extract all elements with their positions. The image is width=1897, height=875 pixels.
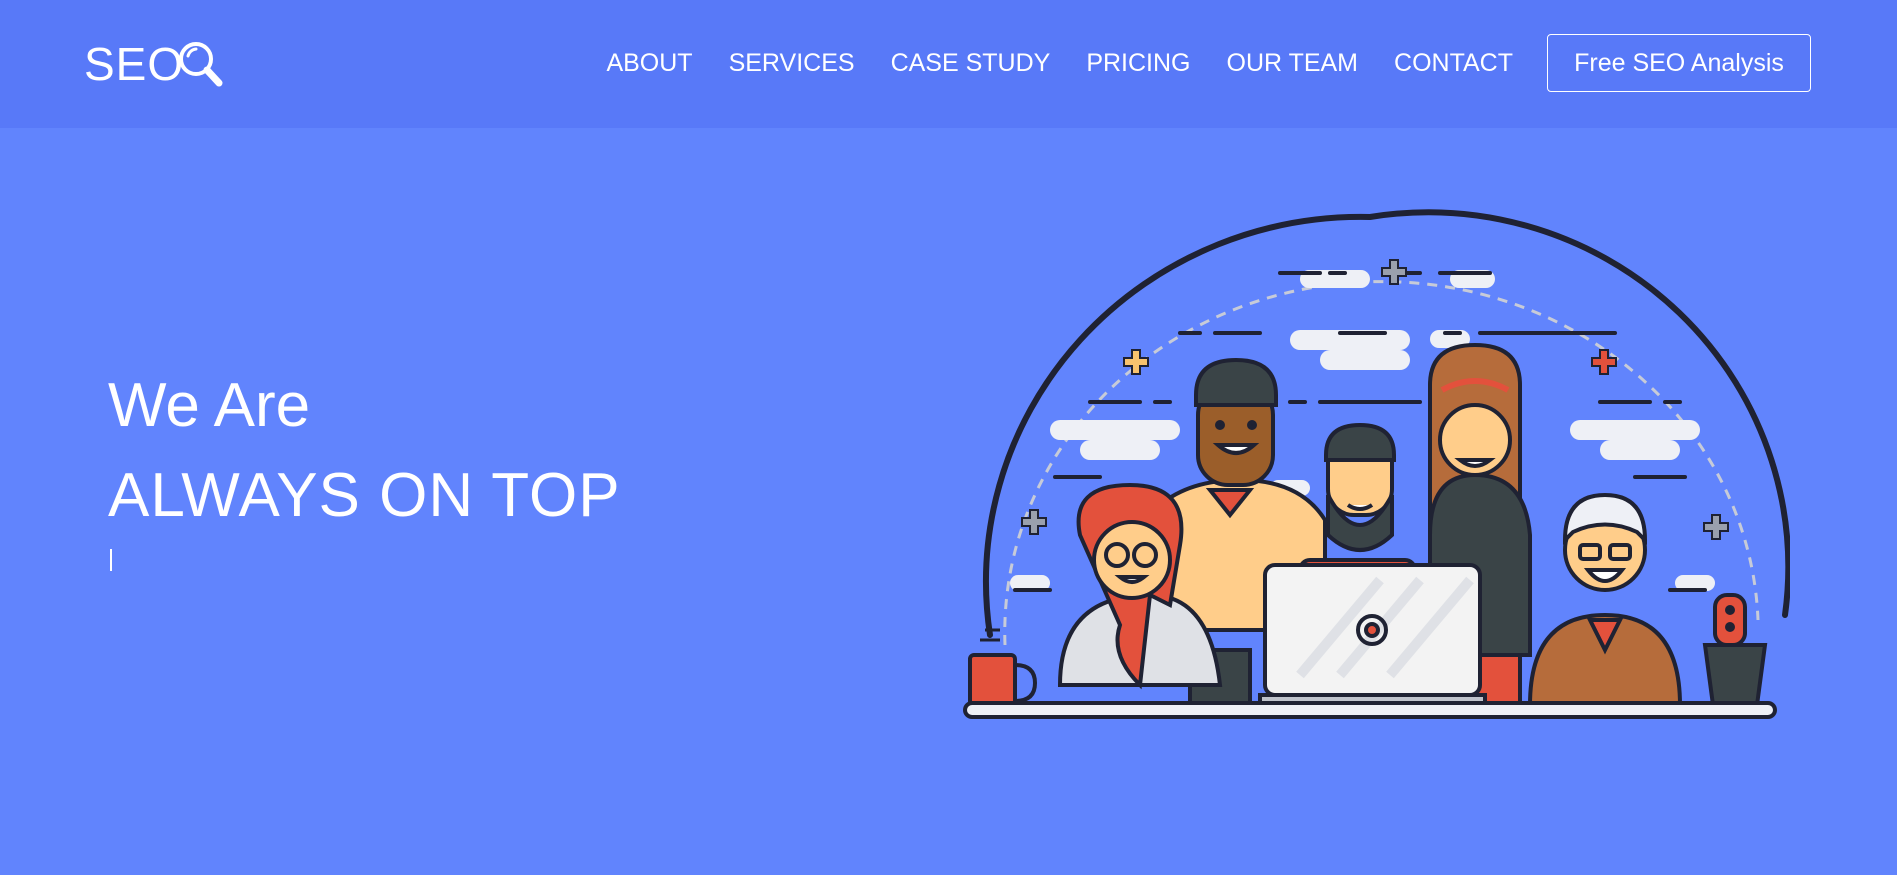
cactus-plant <box>1702 593 1768 707</box>
nav-contact[interactable]: CONTACT <box>1394 46 1513 80</box>
site-logo[interactable]: SEO <box>84 34 224 94</box>
nav-pricing[interactable]: PRICING <box>1086 46 1190 80</box>
desk <box>963 701 1777 719</box>
typing-cursor <box>110 549 112 571</box>
free-seo-analysis-button[interactable]: Free SEO Analysis <box>1547 34 1811 92</box>
magnifier-icon <box>179 42 223 87</box>
nav-about[interactable]: ABOUT <box>606 46 692 80</box>
main-nav: ABOUT SERVICES CASE STUDY PRICING OUR TE… <box>570 46 1513 80</box>
coffee-mug <box>968 628 1038 707</box>
hero-heading-line1: We Are <box>108 371 311 440</box>
site-header: SEO ABOUT SERVICES CASE STUDY PRICING OU… <box>0 0 1897 128</box>
logo-text: SEO <box>84 38 185 90</box>
person-older-man <box>1527 492 1683 707</box>
team-illustration <box>963 209 1790 719</box>
nav-our-team[interactable]: OUR TEAM <box>1227 46 1359 80</box>
nav-case-study[interactable]: CASE STUDY <box>891 46 1051 80</box>
hero-heading-line2: ALWAYS ON TOP <box>108 461 621 530</box>
nav-services[interactable]: SERVICES <box>729 46 855 80</box>
laptop <box>1258 563 1487 707</box>
